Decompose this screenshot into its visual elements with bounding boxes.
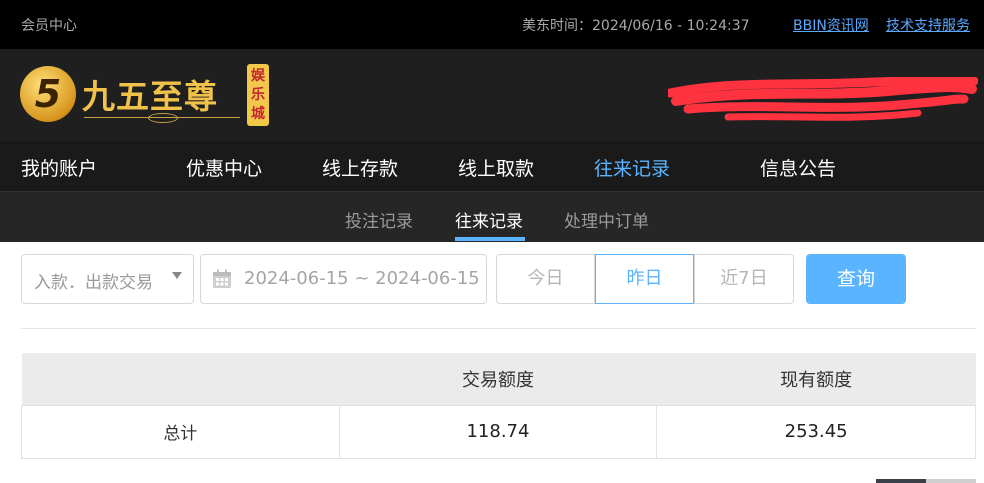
date-range-value: 2024-06-15 ~ 2024-06-15: [244, 268, 480, 289]
logo-name: 九五至尊: [82, 77, 218, 116]
logo-number-icon: 5: [20, 66, 76, 122]
server-time: 美东时间：2024/06/16 - 10:24:37: [522, 18, 750, 34]
total-current-balance: 253.45: [656, 404, 976, 459]
quick-last7-button[interactable]: 近7日: [694, 254, 794, 304]
logo-ornament-icon: [84, 113, 240, 125]
tech-support-link[interactable]: 技术支持服务: [886, 15, 970, 35]
main-nav: 我的账户 优惠中心 线上存款 线上取款 往来记录 信息公告: [0, 141, 984, 192]
tab-transaction-records[interactable]: 往来记录: [455, 207, 523, 232]
site-logo[interactable]: 5 九五至尊 娱乐城: [20, 62, 270, 130]
table-header-row: 交易额度 现有额度: [21, 353, 976, 405]
tab-pending-orders[interactable]: 处理中订单: [564, 207, 649, 232]
quick-yesterday-button[interactable]: 昨日: [595, 254, 694, 304]
query-button[interactable]: 查询: [806, 254, 906, 304]
summary-table: 交易额度 现有额度 总计 118.74 253.45: [21, 353, 976, 459]
redaction-scribble-icon: [668, 77, 978, 121]
nav-announcements[interactable]: 信息公告: [760, 154, 836, 181]
member-center-label: 会员中心: [21, 18, 77, 34]
nav-promotions[interactable]: 优惠中心: [186, 154, 262, 181]
pager-active-segment[interactable]: [876, 479, 926, 483]
site-header: 5 九五至尊 娱乐城: [0, 49, 984, 141]
logo-badge: 娱乐城: [247, 64, 269, 126]
nav-transaction-records[interactable]: 往来记录: [594, 154, 670, 181]
total-label: 总计: [21, 404, 340, 459]
bbin-info-link[interactable]: BBIN资讯网: [793, 15, 869, 35]
pager-segment[interactable]: [926, 479, 976, 483]
table-row: 总计 118.74 253.45: [21, 404, 976, 459]
calendar-icon: [213, 269, 231, 288]
active-tab-indicator: [455, 237, 525, 241]
header-current-balance: 现有额度: [656, 353, 976, 405]
total-transaction-amount: 118.74: [338, 404, 658, 459]
chevron-down-icon: [172, 272, 182, 279]
tab-bet-records[interactable]: 投注记录: [345, 207, 413, 232]
top-bar: 会员中心 美东时间：2024/06/16 - 10:24:37 BBIN资讯网 …: [0, 0, 984, 49]
nav-online-withdraw[interactable]: 线上取款: [458, 154, 534, 181]
nav-online-deposit[interactable]: 线上存款: [322, 154, 398, 181]
quick-today-button[interactable]: 今日: [496, 254, 595, 304]
section-divider: [21, 328, 976, 329]
transaction-type-select[interactable]: 入款．出款交易: [21, 254, 194, 304]
nav-my-account[interactable]: 我的账户: [21, 154, 97, 181]
sub-nav: 投注记录 往来记录 处理中订单: [0, 192, 984, 242]
transaction-type-value: 入款．出款交易: [34, 273, 153, 293]
header-transaction-amount: 交易额度: [339, 353, 657, 405]
date-range-input[interactable]: 2024-06-15 ~ 2024-06-15: [200, 254, 487, 304]
header-empty: [21, 353, 340, 405]
